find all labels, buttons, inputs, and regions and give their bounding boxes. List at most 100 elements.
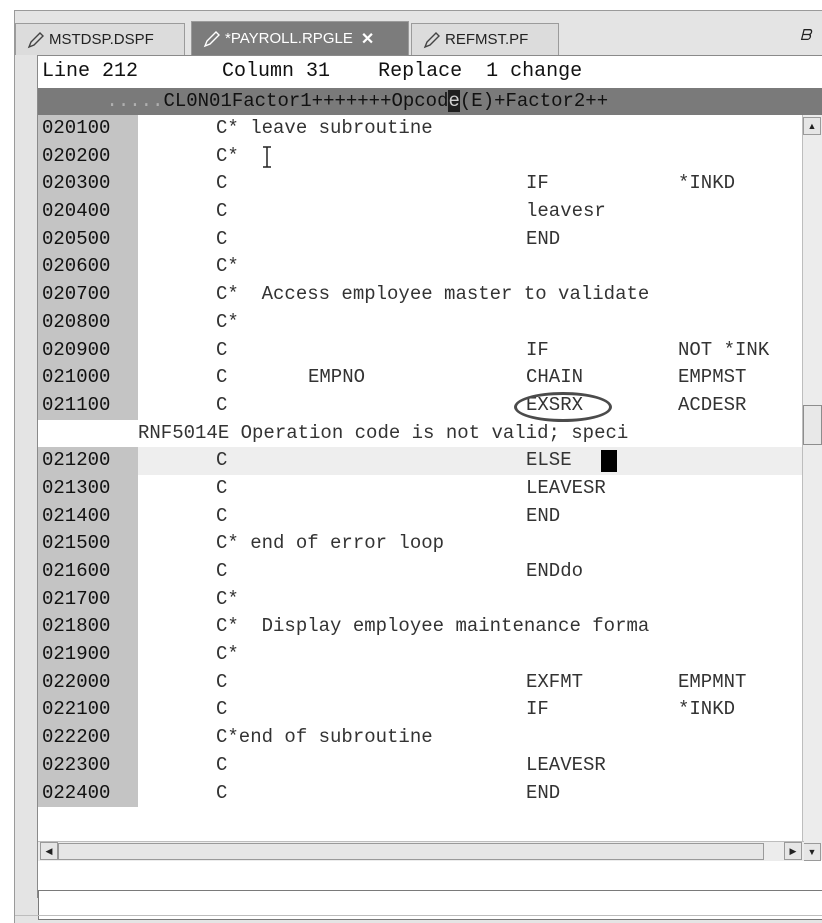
tab-bar: MSTDSP.DSPF *PAYROLL.RPGLE ✕ REFMST.PF ᗷ — [15, 17, 822, 55]
tab-label: REFMST.PF — [445, 31, 529, 48]
spec-type: C — [216, 753, 228, 776]
source-lines[interactable]: 020100 C* leave subroutine 020200 C* 02030… — [38, 115, 804, 861]
error-message-line[interactable]: RNF5014E Operation code is not valid; sp… — [38, 419, 804, 448]
opcode: END — [526, 227, 561, 250]
sequence-number: 021600 — [38, 558, 138, 586]
opcode: ENDdo — [526, 560, 584, 582]
source-text: C* leave subroutine — [216, 117, 433, 139]
sequence-number: 021700 — [38, 585, 138, 614]
source-line[interactable]: 021600 C ENDdo — [38, 558, 804, 586]
sequence-number: 022300 — [38, 751, 138, 780]
source-line[interactable]: 022100 C IF *INKD — [38, 696, 804, 725]
comment-text: C* end of error loop — [216, 532, 445, 555]
source-line[interactable]: 020400 Cleavesr — [38, 198, 804, 226]
sequence-number: 021000 — [38, 364, 138, 392]
opcode: IF — [526, 338, 549, 361]
ruler-text: CL0N01Factor1+++++++Opcod — [163, 90, 449, 112]
close-icon[interactable]: ✕ — [361, 29, 374, 49]
spec-type: C — [216, 781, 228, 804]
source-line[interactable]: 021800 C* Display employee maintenance fo… — [38, 613, 804, 642]
factor2: EMPMNT — [678, 670, 747, 693]
spec-type: C — [216, 338, 228, 361]
restore-icon[interactable]: ᗷ — [800, 27, 811, 44]
factor2: *INKD — [678, 698, 736, 721]
error-highlight-circle — [514, 391, 612, 422]
source-line[interactable]: 021900 C* — [38, 641, 804, 669]
source-line[interactable]: 020700 C* Access employee master to valid… — [38, 281, 804, 309]
source-text: C* — [216, 310, 239, 333]
sequence-number: 021800 — [38, 613, 138, 642]
spec-type: C — [216, 227, 228, 250]
source-line[interactable]: 022000 C EXFMT EMPMNT — [38, 668, 804, 697]
opcode: leavesr — [526, 200, 606, 223]
scroll-left-arrow-icon[interactable]: ◀ — [40, 842, 58, 860]
tab-label: MSTDSP.DSPF — [49, 31, 154, 48]
opcode: ELSE — [526, 449, 572, 472]
source-line[interactable]: 020800 C* — [38, 308, 804, 337]
pencil-icon — [423, 31, 440, 48]
spec-type: C — [216, 200, 228, 223]
source-line-error[interactable]: 021100 C EXSRX ACDESR — [38, 391, 804, 422]
source-text: C* — [216, 643, 239, 666]
sequence-number: 022100 — [38, 696, 138, 725]
source-line[interactable]: 020600 C* — [38, 253, 804, 282]
source-line[interactable]: 021000 C EMPNO CHAIN EMPMST — [38, 364, 804, 392]
ruler-text-after: (E)+Factor2++ — [459, 90, 609, 112]
scroll-up-arrow-icon[interactable]: ▲ — [803, 117, 821, 135]
opcode: END — [526, 504, 561, 527]
source-line[interactable]: 021700 C* — [38, 585, 804, 614]
source-line[interactable]: 021500 C* end of error loop — [38, 530, 804, 558]
source-line[interactable]: 020900 C IF NOT *INK — [38, 336, 804, 365]
tab-refmst[interactable]: REFMST.PF — [411, 23, 559, 55]
tab-payroll[interactable]: *PAYROLL.RPGLE ✕ — [191, 21, 409, 55]
spec-type: C — [216, 504, 228, 527]
source-line[interactable]: 020300 C IF *INKD — [38, 170, 804, 199]
source-line[interactable]: 022300 C LEAVESR — [38, 751, 804, 780]
source-line[interactable]: 020200 C* — [38, 142, 804, 171]
horizontal-scrollbar[interactable]: ◀ ▶ — [38, 841, 804, 861]
scroll-right-arrow-icon[interactable]: ▶ — [784, 842, 802, 860]
sequence-number: 022200 — [38, 724, 138, 752]
sequence-number: 020700 — [38, 281, 138, 309]
source-line[interactable]: 021300 C LEAVESR — [38, 474, 804, 503]
source-text: C* — [216, 587, 239, 610]
sequence-number: 020300 — [38, 170, 138, 199]
tab-label: *PAYROLL.RPGLE — [225, 30, 353, 47]
factor2: NOT *INK — [678, 338, 770, 361]
sequence-number: 020900 — [38, 336, 138, 365]
scroll-down-arrow-icon[interactable]: ▼ — [803, 843, 821, 861]
text-cursor — [601, 450, 617, 473]
text-cursor-icon — [263, 145, 271, 168]
factor2: EMPMST — [678, 366, 747, 389]
editor-window: MSTDSP.DSPF *PAYROLL.RPGLE ✕ REFMST.PF ᗷ… — [14, 10, 822, 923]
sequence-number: 021100 — [38, 391, 138, 420]
ruler-cursor-column: e — [448, 90, 460, 112]
vertical-scroll-thumb[interactable] — [803, 405, 822, 445]
current-line[interactable]: 021200 C ELSE — [38, 447, 804, 475]
status-column: Column 31 — [222, 60, 331, 83]
spec-type: C — [216, 698, 228, 721]
source-line[interactable]: 022200 C*end of subroutine — [38, 724, 804, 752]
comment-text: C* Display employee maintenance forma — [216, 615, 650, 638]
sequence-number: 021300 — [38, 474, 138, 503]
vertical-scrollbar[interactable]: ▲ ▼ — [802, 115, 822, 861]
opcode: LEAVESR — [526, 753, 606, 776]
source-line[interactable]: 020100 C* leave subroutine — [38, 115, 804, 143]
sequence-number: 021900 — [38, 641, 138, 669]
tab-mstdsp[interactable]: MSTDSP.DSPF — [15, 23, 185, 55]
ruler-dots: ..... — [106, 90, 164, 112]
source-line[interactable]: 021400 C END — [38, 502, 804, 531]
sequence-number: 021200 — [38, 447, 138, 475]
spec-type: C — [216, 670, 228, 693]
sequence-number: 022000 — [38, 668, 138, 697]
sequence-number: 020500 — [38, 225, 138, 254]
factor1: EMPNO — [308, 366, 366, 389]
sequence-number: 020800 — [38, 308, 138, 337]
source-line[interactable]: 020500 C END — [38, 225, 804, 254]
sequence-number: 020400 — [38, 198, 138, 226]
source-line[interactable]: 022400 C END — [38, 779, 804, 808]
horizontal-scroll-thumb[interactable] — [58, 843, 764, 860]
spec-type: C — [216, 560, 228, 582]
sequence-number: 021400 — [38, 502, 138, 531]
lpex-editor[interactable]: Line 212 Column 31 Replace 1 change ....… — [37, 55, 822, 920]
